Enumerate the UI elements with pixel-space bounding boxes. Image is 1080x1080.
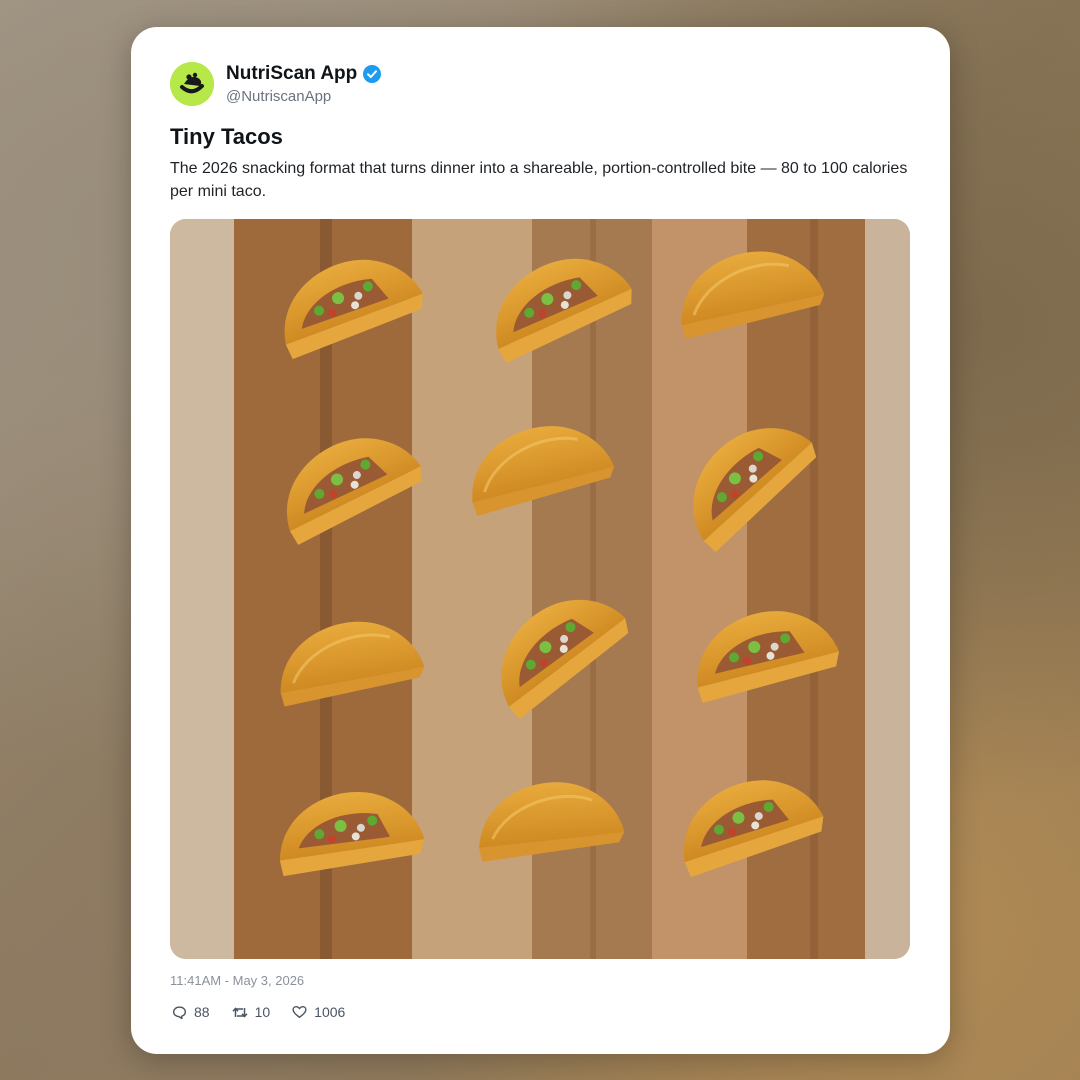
post-text: The 2026 snacking format that turns dinn…	[170, 160, 908, 200]
reply-icon	[172, 1005, 187, 1019]
repost-button[interactable]: 10	[232, 1004, 271, 1020]
post-card: NutriScan App @NutriscanApp Tiny Tacos T…	[131, 27, 950, 1054]
like-button[interactable]: 1006	[292, 1004, 345, 1020]
tacos-photo	[170, 219, 910, 959]
verified-badge-icon	[363, 65, 382, 83]
reply-count: 88	[194, 1004, 210, 1020]
repost-count: 10	[254, 1004, 271, 1020]
post-actions: 88 10 1006	[172, 1004, 367, 1020]
display-name[interactable]: NutriScan App	[226, 63, 357, 85]
nutriscan-logo-icon	[170, 62, 214, 106]
repost-icon	[232, 1006, 248, 1018]
post-header: NutriScan App @NutriscanApp	[170, 62, 382, 106]
avatar[interactable]	[170, 62, 214, 106]
account-names: NutriScan App @NutriscanApp	[226, 63, 382, 105]
like-count: 1006	[314, 1004, 346, 1020]
heart-icon	[292, 1005, 307, 1018]
account-handle[interactable]: @NutriscanApp	[226, 88, 381, 105]
post-timestamp[interactable]: 11:41AM - May 3, 2026	[170, 973, 304, 988]
reply-button[interactable]: 88	[172, 1004, 210, 1020]
post-image[interactable]	[170, 219, 910, 959]
post-title: Tiny Tacos	[170, 124, 283, 149]
